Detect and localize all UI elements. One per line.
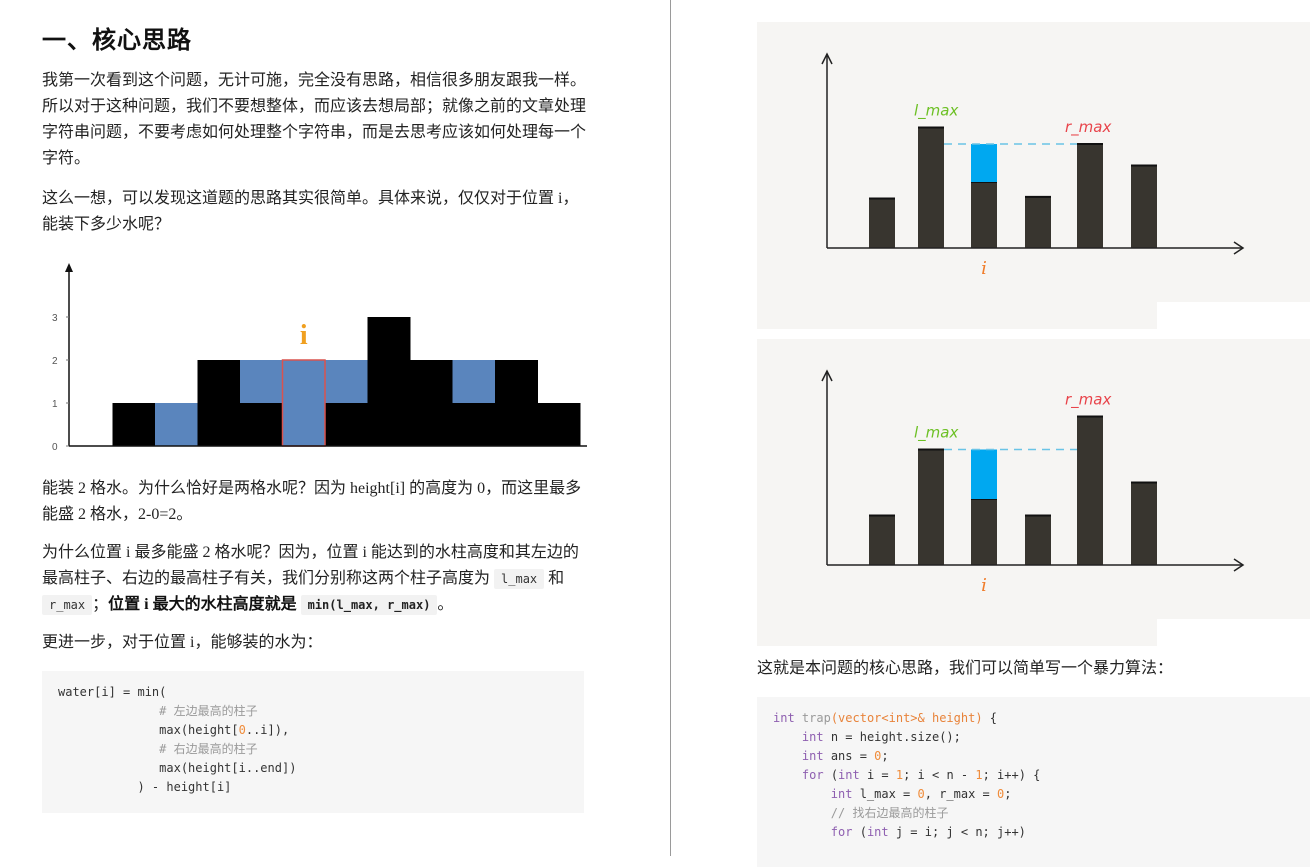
sketch-background-bottom — [757, 302, 1157, 329]
code-line: # 右边最高的柱子 — [159, 742, 258, 756]
explanation-semicolon: ； — [92, 596, 109, 613]
bar-height — [410, 360, 453, 446]
paragraph-answer: 能装 2 格水。为什么恰好是两格水呢？因为 height[i] 的高度为 0，而… — [42, 480, 582, 523]
sketch-chart-1: l_max r_maxi — [757, 22, 1310, 329]
sketch-bar — [1131, 165, 1157, 248]
sketch-background-bottom — [757, 619, 1157, 646]
figure-water-histogram: 0 1 2 3 i — [42, 258, 587, 458]
bar-water — [452, 360, 496, 403]
sketch-bar — [971, 182, 997, 248]
sketch-bar — [1077, 416, 1103, 565]
section-heading: 一、核心思路 — [42, 28, 192, 54]
paragraph-intro: 我第一次看到这个问题，无计可施，完全没有思路，相信很多朋友跟我一样。所以对于这种… — [42, 72, 587, 167]
right-page: l_max r_max i l_max r_max i 这就是本问题的核心思路，我们可以… — [671, 0, 1310, 867]
bar-height — [112, 403, 156, 446]
bar-height — [325, 403, 368, 446]
inline-code-l-max: l_max — [494, 569, 545, 589]
sketch-bar — [971, 499, 997, 565]
bar-height — [452, 403, 496, 446]
inline-code-min: min(l_max, r_max) — [300, 595, 438, 615]
bar-water — [155, 403, 198, 446]
y-axis-arrow-icon — [65, 263, 73, 272]
code-line: int ans = 0; — [801, 749, 889, 763]
sketch-bar — [918, 449, 944, 565]
code-line: ) - height[i] — [58, 780, 232, 794]
sketch-bar — [869, 515, 895, 565]
explanation-period: 。 — [437, 596, 454, 613]
y-tick-label: 2 — [52, 356, 58, 367]
histogram-svg: 0 1 2 3 i — [52, 263, 587, 453]
sketch-bar — [1077, 144, 1103, 248]
paragraph-question: 这么一想，可以发现这道题的思路其实很简单。具体来说，仅仅对于位置 i，能装下多少… — [42, 190, 579, 233]
y-tick-label: 1 — [52, 399, 58, 410]
l-max-label: l_max — [914, 102, 958, 121]
bar-height — [537, 403, 581, 446]
code-line: water[i] = min( — [58, 685, 167, 699]
figure-lmax-rmax-1: l_max r_maxi — [757, 22, 1310, 329]
bar-water — [282, 360, 326, 446]
left-page: 一、核心思路 我第一次看到这个问题，无计可施，完全没有思路，相信很多朋友跟我一样… — [0, 0, 670, 856]
marker-label-i: i — [300, 320, 308, 351]
code-line: for (int i = 1; i < n - 1; i++) { — [801, 768, 1041, 782]
r-max-label: r_max — [1065, 391, 1111, 410]
code-line: max(height[0..i]), — [58, 723, 290, 737]
bar-height — [197, 360, 241, 446]
sketch-bar — [869, 198, 895, 248]
code-line: int l_max = 0, r_max = 0; — [830, 787, 1012, 801]
paragraph-core-idea: 这就是本问题的核心思路，我们可以简单写一个暴力算法： — [757, 660, 1174, 677]
code-line: # 左边最高的柱子 — [159, 704, 258, 718]
code-line: int trap(vector<int>& height) { — [773, 711, 997, 725]
bar-height — [240, 403, 283, 446]
code-line: for (int j = i; j < n; j++) — [830, 825, 1026, 839]
l-max-label: l_max — [914, 424, 958, 443]
inline-code-r-max: r_max — [42, 595, 93, 615]
code-block-brute-force: int trap(vector<int>& height) { int n = … — [757, 697, 1310, 867]
y-tick-label: 3 — [52, 313, 58, 324]
explanation-text-2: 和 — [548, 570, 565, 587]
bar-height — [495, 360, 538, 446]
i-label: i — [981, 575, 987, 596]
bar-water — [240, 360, 283, 403]
i-label: i — [981, 258, 987, 279]
sketch-bar — [1025, 196, 1051, 248]
code-line: // 找右边最高的柱子 — [830, 806, 949, 820]
sketch-background — [757, 339, 1310, 619]
figure-lmax-rmax-2: l_max r_maxi — [757, 339, 1310, 646]
code-line: max(height[i..end]) — [58, 761, 297, 775]
y-tick-label: 0 — [52, 442, 58, 453]
paragraph-explanation: 为什么位置 i 最多能盛 2 格水呢？因为，位置 i 能达到的水柱高度和其左边的… — [42, 540, 587, 618]
sketch-water — [971, 449, 997, 499]
code-line: int n = height.size(); — [801, 730, 961, 744]
sketch-chart-2: l_max r_maxi — [757, 339, 1310, 646]
bar-water — [325, 360, 368, 403]
sketch-bar — [1131, 482, 1157, 565]
sketch-background — [757, 22, 1310, 302]
sketch-water — [971, 144, 997, 182]
sketch-bar — [918, 127, 944, 248]
code-block-water-formula: water[i] = min( # 左边最高的柱子 max(height[0..… — [42, 671, 584, 813]
bar-height — [367, 317, 411, 446]
sketch-bar — [1025, 515, 1051, 565]
r-max-label: r_max — [1065, 118, 1111, 137]
explanation-bold: 位置 i 最大的水柱高度就是 — [108, 596, 297, 613]
paragraph-further: 更进一步，对于位置 i，能够装的水为： — [42, 634, 323, 651]
